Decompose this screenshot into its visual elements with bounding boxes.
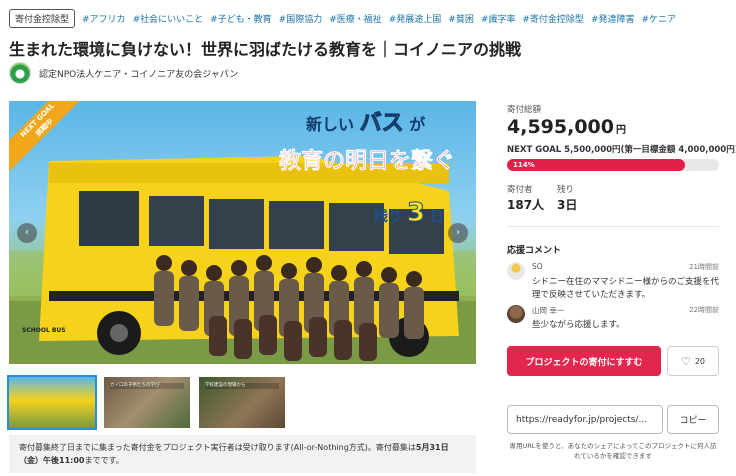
hero-image: NEXT GOAL 挑戦中 新しい バス が 教育の明日を繋ぐ 残り 3 日 S…	[9, 101, 476, 364]
tag-link[interactable]: #発達障害	[591, 12, 635, 25]
favorite-button[interactable]: ♡ 20	[667, 346, 719, 376]
bus-illustration	[9, 156, 476, 364]
yen-unit: 円	[615, 125, 626, 136]
comment-time: 21時間前	[689, 263, 719, 271]
total-label: 寄付総額	[507, 105, 542, 115]
tag-link[interactable]: #発展途上国	[389, 12, 442, 25]
avatar	[507, 305, 525, 323]
comment-item: SO 21時間前 シドニー在住のママシドニー様からのご支援を代理で反映させていた…	[507, 262, 719, 300]
tag-link[interactable]: #ケニア	[641, 12, 676, 25]
copy-button[interactable]: コピー	[667, 405, 719, 434]
tag-link[interactable]: #寄付金控除型	[522, 12, 584, 25]
total-amount-value: 4,595,000	[507, 116, 614, 138]
remaining-label: 残り	[557, 185, 575, 195]
organization[interactable]: 認定NPO法人ケニア・コイノニア友の会ジャパン	[9, 62, 238, 84]
share-url-field[interactable]: https://readyfor.jp/projects/...	[507, 405, 663, 434]
comment-body: 些少ながら応援します。	[532, 320, 625, 330]
comment-author[interactable]: 山岡 幸一	[532, 305, 564, 316]
thumbnail-caption: カイロの子供たちの学び	[110, 383, 184, 389]
remaining-value: 3日	[557, 198, 578, 212]
comment-item: 山岡 幸一 22時間前 些少ながら応援します。	[507, 305, 719, 335]
heart-icon: ♡	[680, 354, 691, 368]
remaining-num: 3	[406, 198, 425, 229]
progress-percent: 114%	[513, 161, 535, 169]
tag-row: 寄付金控除型 #アフリカ #社会にいいこと #子ども・教育 #国際協力 #医療・…	[9, 8, 728, 28]
notice-text: 寄付募集終了日までに集まった寄付金をプロジェクト実行者は受け取ります(All-o…	[19, 443, 416, 452]
tag-link[interactable]: #アフリカ	[82, 12, 126, 25]
thumbnail-caption: 学校建設の現場から	[205, 383, 279, 389]
prev-slide-button[interactable]: ‹	[17, 223, 37, 243]
tag-link[interactable]: #識字率	[481, 12, 516, 25]
support-button[interactable]: プロジェクトの寄付にすすむ	[507, 346, 661, 376]
thumbnail-3[interactable]: 学校建設の現場から	[199, 377, 285, 428]
favorite-count: 20	[694, 356, 706, 366]
org-name[interactable]: 認定NPO法人ケニア・コイノニア友の会ジャパン	[39, 67, 238, 80]
remaining-unit: 日	[429, 209, 444, 225]
banner-big: バス	[359, 111, 404, 137]
progress-bar: 114%	[507, 159, 719, 171]
tag-link[interactable]: #医療・福祉	[329, 12, 382, 25]
comment-time: 22時間前	[689, 306, 719, 314]
tag-link[interactable]: #子ども・教育	[210, 12, 272, 25]
project-title: 生まれた環境に負けない！世界に羽ばたける教育を｜コイノニアの挑戦	[9, 40, 522, 59]
banner-headline: 新しい バス が	[306, 105, 425, 137]
funding-notice: 寄付募集終了日までに集まった寄付金をプロジェクト実行者は受け取ります(All-o…	[9, 435, 476, 473]
org-logo	[9, 62, 31, 84]
thumbnail-1[interactable]	[7, 375, 97, 430]
supporters-label: 寄付者	[507, 185, 533, 195]
notice-suffix: までです。	[84, 456, 124, 465]
next-slide-button[interactable]: ›	[448, 223, 468, 243]
banner-remaining: 残り 3 日	[374, 198, 444, 229]
tag-link[interactable]: #貧困	[448, 12, 474, 25]
comment-body: シドニー在住のママシドニー様からのご支援を代理で反映させていただきます。	[532, 277, 720, 300]
tag-link[interactable]: #国際協力	[279, 12, 323, 25]
banner-subheadline: 教育の明日を繋ぐ	[279, 149, 456, 175]
divider	[507, 226, 719, 227]
remaining-pre: 残り	[374, 209, 402, 225]
next-goal-text: NEXT GOAL 5,500,000円(第一目標金額 4,000,000円)	[507, 145, 736, 155]
share-note: 専用URLを使うと、あなたのシェアによってこのプロジェクトに何人訪れているかを確…	[509, 442, 717, 460]
bus-sign: SCHOOL BUS	[22, 327, 66, 334]
thumbnail-strip: カイロの子供たちの学び 学校建設の現場から	[7, 375, 285, 430]
banner-post: が	[409, 115, 426, 134]
avatar	[507, 262, 525, 280]
comment-author[interactable]: SO	[532, 262, 543, 271]
total-amount: 4,595,000 円	[507, 116, 626, 138]
banner-pre: 新しい	[306, 115, 355, 134]
tag-link[interactable]: #社会にいいこと	[133, 12, 204, 25]
supporters-value: 187人	[507, 198, 545, 212]
comments-heading: 応援コメント	[507, 246, 562, 256]
deduction-badge: 寄付金控除型	[9, 8, 76, 28]
thumbnail-2[interactable]: カイロの子供たちの学び	[104, 377, 190, 428]
